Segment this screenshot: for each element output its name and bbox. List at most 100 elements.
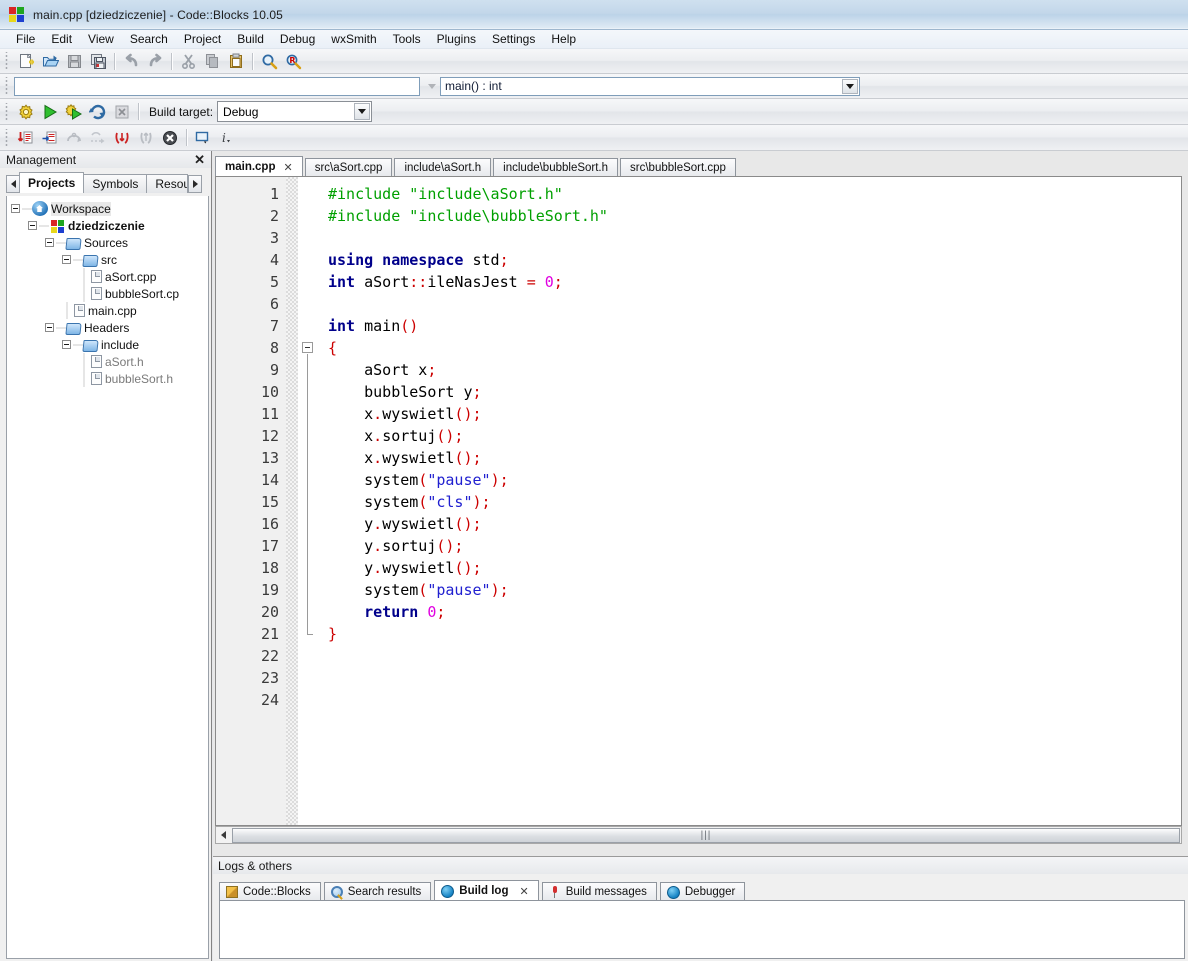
tab-resources[interactable]: Resou: [146, 174, 189, 193]
scope-combo[interactable]: main() : int: [440, 76, 860, 96]
menu-help[interactable]: Help: [543, 31, 584, 47]
marker-column[interactable]: [286, 177, 298, 825]
rebuild-icon[interactable]: [87, 101, 109, 122]
fold-collapse-icon[interactable]: [302, 342, 313, 353]
menu-plugins[interactable]: Plugins: [429, 31, 484, 47]
editor-tab-asort-h[interactable]: include\aSort.h: [394, 158, 492, 177]
menu-settings[interactable]: Settings: [484, 31, 543, 47]
next-line-icon[interactable]: [63, 127, 85, 148]
toolbar-grip[interactable]: [3, 102, 12, 121]
various-info-icon[interactable]: i: [216, 127, 238, 148]
build-icon[interactable]: [15, 101, 37, 122]
code-line[interactable]: system("pause");: [328, 469, 1181, 491]
close-icon[interactable]: ✕: [192, 153, 207, 166]
debug-continue-icon[interactable]: [15, 127, 37, 148]
code-line[interactable]: int aSort::ileNasJest = 0;: [328, 271, 1181, 293]
tab-symbols[interactable]: Symbols: [83, 174, 148, 193]
code-text[interactable]: #include "include\aSort.h" #include "incl…: [322, 177, 1181, 825]
code-line[interactable]: return 0;: [328, 601, 1181, 623]
code-line[interactable]: system("cls");: [328, 491, 1181, 513]
collapse-toggle-icon[interactable]: [62, 340, 71, 349]
paste-icon[interactable]: [225, 51, 247, 72]
code-line[interactable]: aSort x;: [328, 359, 1181, 381]
code-line[interactable]: [328, 227, 1181, 249]
menu-view[interactable]: View: [80, 31, 122, 47]
logs-tab-build-log[interactable]: Build log ✕: [434, 880, 539, 901]
find-icon[interactable]: [258, 51, 280, 72]
step-out-icon[interactable]: [135, 127, 157, 148]
editor-tab-asort-cpp[interactable]: src\aSort.cpp: [304, 158, 393, 177]
redo-icon[interactable]: [144, 51, 166, 72]
editor-horizontal-scrollbar[interactable]: |||: [215, 826, 1182, 844]
collapse-toggle-icon[interactable]: [28, 221, 37, 230]
code-line[interactable]: {: [328, 337, 1181, 359]
menu-build[interactable]: Build: [229, 31, 272, 47]
save-icon[interactable]: [63, 51, 85, 72]
tab-scroll-left-icon[interactable]: [6, 175, 20, 193]
code-line[interactable]: }: [328, 623, 1181, 645]
tab-scroll-right-icon[interactable]: [188, 175, 203, 193]
menu-edit[interactable]: Edit: [43, 31, 80, 47]
menu-project[interactable]: Project: [176, 31, 229, 47]
code-line[interactable]: [328, 293, 1181, 315]
menu-file[interactable]: File: [8, 31, 43, 47]
tree-item-asort-h[interactable]: aSort.h: [11, 353, 208, 370]
collapse-toggle-icon[interactable]: [62, 255, 71, 264]
run-to-cursor-icon[interactable]: [39, 127, 61, 148]
save-all-icon[interactable]: [87, 51, 109, 72]
copy-icon[interactable]: [201, 51, 223, 72]
undo-icon[interactable]: [120, 51, 142, 72]
tree-item-main-cpp[interactable]: main.cpp: [11, 302, 208, 319]
menu-search[interactable]: Search: [122, 31, 176, 47]
debug-windows-icon[interactable]: [192, 127, 214, 148]
scrollbar-thumb[interactable]: |||: [232, 827, 1180, 843]
editor-tab-main-cpp[interactable]: main.cpp ✕: [215, 156, 303, 177]
code-line[interactable]: [328, 645, 1181, 667]
logs-content[interactable]: [219, 900, 1185, 959]
code-line[interactable]: [328, 689, 1181, 711]
code-line[interactable]: y.sortuj();: [328, 535, 1181, 557]
fold-column[interactable]: [298, 177, 322, 825]
tree-item-src[interactable]: src: [11, 251, 208, 268]
logs-tab-codeblocks[interactable]: Code::Blocks: [219, 882, 321, 901]
tab-projects[interactable]: Projects: [19, 172, 85, 193]
code-line[interactable]: using namespace std;: [328, 249, 1181, 271]
collapse-toggle-icon[interactable]: [45, 238, 54, 247]
abort-icon[interactable]: [111, 101, 133, 122]
close-icon[interactable]: ✕: [283, 161, 292, 174]
run-icon[interactable]: [39, 101, 61, 122]
code-line[interactable]: x.wyswietl();: [328, 403, 1181, 425]
code-line[interactable]: system("pause");: [328, 579, 1181, 601]
tree-item-bubblesort-h[interactable]: bubbleSort.h: [11, 370, 208, 387]
editor-tab-bubblesort-h[interactable]: include\bubbleSort.h: [493, 158, 619, 177]
collapse-toggle-icon[interactable]: [11, 204, 20, 213]
menu-wxsmith[interactable]: wxSmith: [323, 31, 384, 47]
open-file-icon[interactable]: [39, 51, 61, 72]
tree-item-project[interactable]: dziedziczenie: [11, 217, 208, 234]
tree-item-bubblesort-cpp[interactable]: bubbleSort.cp: [11, 285, 208, 302]
menu-debug[interactable]: Debug: [272, 31, 323, 47]
editor-tab-bubblesort-cpp[interactable]: src\bubbleSort.cpp: [620, 158, 736, 177]
code-line[interactable]: y.wyswietl();: [328, 513, 1181, 535]
stop-debugger-icon[interactable]: [159, 127, 181, 148]
chevron-down-icon[interactable]: [354, 103, 371, 120]
logs-tab-search-results[interactable]: Search results: [323, 882, 432, 901]
step-into-icon[interactable]: [111, 127, 133, 148]
tree-item-workspace[interactable]: Workspace: [11, 200, 208, 217]
close-icon[interactable]: ✕: [519, 885, 528, 898]
code-line[interactable]: #include "include\aSort.h": [328, 183, 1181, 205]
logs-tab-debugger[interactable]: Debugger: [659, 882, 746, 901]
code-line[interactable]: bubbleSort y;: [328, 381, 1181, 403]
replace-icon[interactable]: R: [282, 51, 304, 72]
toolbar-grip[interactable]: [3, 77, 12, 95]
build-and-run-icon[interactable]: [63, 101, 85, 122]
code-line[interactable]: x.sortuj();: [328, 425, 1181, 447]
collapse-toggle-icon[interactable]: [45, 323, 54, 332]
code-line[interactable]: y.wyswietl();: [328, 557, 1181, 579]
goto-dropdown-arrow-icon[interactable]: [424, 78, 440, 95]
scroll-left-icon[interactable]: [216, 827, 231, 843]
code-editor[interactable]: 1 2 3 4 5 6 7 8 9 10 11 12 13 14 15 16 17 18 19 20 21 22 23 24 …: [215, 176, 1182, 826]
build-target-combo[interactable]: Debug: [217, 101, 373, 122]
toolbar-grip[interactable]: [3, 128, 12, 147]
tree-item-include[interactable]: include: [11, 336, 208, 353]
